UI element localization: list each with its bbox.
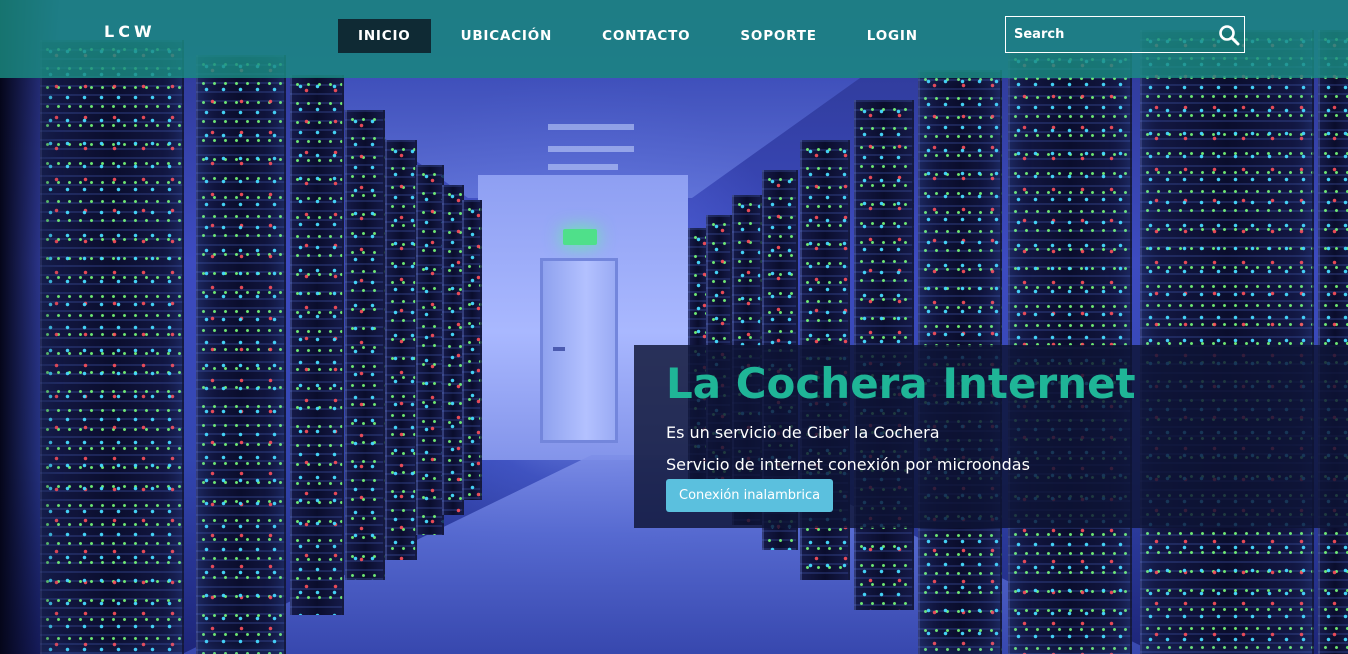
ceiling-light — [548, 146, 634, 152]
nav-item-login[interactable]: LOGIN — [847, 19, 938, 53]
hero-caption: La Cochera Internet Es un servicio de Ci… — [634, 345, 1348, 528]
server-rack — [1140, 30, 1314, 654]
page: LCW INICIO UBICACIÓN CONTACTO SOPORTE LO… — [0, 0, 1348, 654]
exit-sign — [563, 229, 597, 245]
ceiling-light — [548, 164, 618, 170]
nav-item-contacto[interactable]: CONTACTO — [582, 19, 710, 53]
door-handle — [553, 347, 565, 351]
hero-subtitle-2: Servicio de internet conexión por microo… — [666, 455, 1030, 474]
brand-logo[interactable]: LCW — [104, 22, 156, 41]
nav-item-soporte[interactable]: SOPORTE — [720, 19, 836, 53]
server-rack — [442, 185, 464, 515]
door — [540, 258, 618, 443]
wireless-connection-button[interactable]: Conexión inalambrica — [666, 479, 834, 512]
hero-title: La Cochera Internet — [666, 359, 1136, 408]
search-input[interactable] — [1006, 17, 1214, 52]
search-box — [1005, 16, 1245, 53]
server-rack — [1318, 30, 1348, 654]
left-edge-shadow — [0, 0, 60, 654]
nav-item-inicio[interactable]: INICIO — [338, 19, 431, 53]
ceiling-light — [548, 124, 634, 130]
hero-subtitle-1: Es un servicio de Ciber la Cochera — [666, 423, 940, 442]
server-rack — [385, 140, 417, 560]
server-rack — [290, 75, 344, 615]
server-rack — [462, 200, 482, 500]
server-rack — [196, 55, 286, 654]
hero-background-image — [0, 0, 1348, 654]
server-rack — [416, 165, 444, 535]
server-rack — [345, 110, 385, 580]
search-icon[interactable] — [1214, 17, 1244, 52]
nav-item-ubicacion[interactable]: UBICACIÓN — [441, 19, 573, 53]
server-rack — [40, 40, 184, 654]
nav-menu: INICIO UBICACIÓN CONTACTO SOPORTE LOGIN — [338, 19, 948, 53]
navbar: LCW INICIO UBICACIÓN CONTACTO SOPORTE LO… — [0, 0, 1348, 78]
